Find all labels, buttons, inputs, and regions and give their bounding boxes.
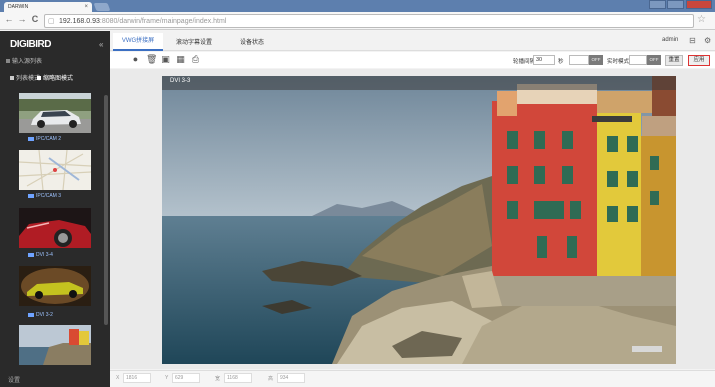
interval-unit: 秒 bbox=[558, 59, 564, 65]
height-field[interactable]: 934 bbox=[277, 373, 305, 383]
source-window-title: DVI 3-3 bbox=[170, 78, 191, 84]
sidebar-scrollbar[interactable] bbox=[104, 95, 108, 325]
width-field[interactable]: 1168 bbox=[224, 373, 252, 383]
camera-icon bbox=[28, 252, 34, 257]
input-source-title: 输入源列表 bbox=[6, 56, 42, 65]
camera-icon bbox=[28, 136, 34, 141]
add-icon[interactable]: ● bbox=[131, 55, 140, 64]
reset-button[interactable]: 重置 bbox=[665, 55, 683, 66]
interval-toggle[interactable]: OFF bbox=[589, 55, 603, 65]
save-icon[interactable]: ▣ bbox=[161, 55, 170, 64]
camera-icon bbox=[28, 193, 34, 198]
thumbnail-view-icon bbox=[37, 76, 41, 80]
source-thumbnail-coast[interactable] bbox=[19, 325, 91, 365]
tab-device-status[interactable]: 设备状态 bbox=[240, 37, 264, 46]
height-label: 高 bbox=[268, 376, 274, 382]
interval-switch-field[interactable] bbox=[569, 55, 589, 65]
thumbnail-label: IPC/CAM 2 bbox=[28, 136, 61, 142]
source-thumbnail-map[interactable] bbox=[19, 150, 91, 190]
source-window-titlebar[interactable] bbox=[162, 76, 676, 90]
tab-video-wall[interactable]: VWG拼接屏 bbox=[113, 33, 163, 51]
realtime-mode-label: 实时模式 bbox=[607, 59, 630, 65]
url-path: :8080/darwin/frame/mainpage/index.html bbox=[99, 18, 227, 25]
source-thumbnail-car-white[interactable] bbox=[19, 93, 91, 133]
list-view-toggle[interactable]: 列表模式 bbox=[10, 73, 40, 82]
source-thumbnail-car-red[interactable] bbox=[19, 208, 91, 248]
source-window-image[interactable] bbox=[162, 76, 676, 364]
thumbnail-label: DVI 3-4 bbox=[28, 252, 53, 258]
realtime-mode-field[interactable] bbox=[629, 55, 647, 65]
minimize-button[interactable] bbox=[649, 0, 666, 9]
collapse-sidebar-icon[interactable]: « bbox=[99, 40, 103, 49]
tab-title: DARWIN bbox=[8, 4, 29, 10]
monitor-icon[interactable]: ⊟ bbox=[689, 36, 696, 45]
browser-tab[interactable]: DARWIN × bbox=[4, 2, 92, 12]
tab-scroll-subtitle[interactable]: 滚动字幕设置 bbox=[176, 37, 212, 46]
settings-gear-icon[interactable]: ⚙ bbox=[704, 36, 711, 45]
y-field[interactable]: 629 bbox=[172, 373, 200, 383]
forward-arrow-icon[interactable]: → bbox=[17, 14, 27, 24]
thumbnail-label: DVI 3-2 bbox=[28, 312, 53, 318]
new-tab-button[interactable] bbox=[93, 3, 111, 11]
y-label: Y bbox=[165, 375, 169, 381]
source-thumbnail-car-yellow[interactable] bbox=[19, 266, 91, 306]
close-tab-icon[interactable]: × bbox=[84, 2, 88, 12]
reload-icon[interactable]: C bbox=[30, 14, 40, 24]
username[interactable]: admin bbox=[662, 37, 678, 43]
list-view-icon bbox=[10, 76, 14, 80]
interval-label: 轮播间隔 bbox=[513, 59, 536, 65]
camera-icon bbox=[28, 312, 34, 317]
thumbnail-label: IPC/CAM 3 bbox=[28, 193, 61, 199]
maximize-button[interactable] bbox=[667, 0, 684, 9]
realtime-toggle[interactable]: OFF bbox=[647, 55, 661, 65]
logo: DIGIBIRD bbox=[10, 39, 52, 50]
url-host: 192.168.0.93 bbox=[59, 18, 100, 25]
page-icon: ▢ bbox=[48, 18, 55, 25]
address-bar[interactable]: ▢ 192.168.0.93:8080/darwin/frame/mainpag… bbox=[44, 14, 694, 28]
bookmark-star-icon[interactable]: ☆ bbox=[697, 14, 706, 25]
window-close-button[interactable] bbox=[686, 0, 712, 9]
grid-icon[interactable]: ▦ bbox=[176, 55, 185, 64]
x-label: X bbox=[116, 375, 120, 381]
settings-link[interactable]: 设置 bbox=[8, 375, 20, 384]
thumbnail-view-toggle[interactable]: 缩略图模式 bbox=[37, 73, 73, 82]
list-icon bbox=[6, 59, 10, 63]
print-icon[interactable]: ⎙ bbox=[191, 55, 200, 64]
delete-icon[interactable]: 🗑 bbox=[146, 55, 157, 64]
apply-button[interactable]: 应用 bbox=[688, 55, 710, 66]
x-field[interactable]: 1816 bbox=[123, 373, 151, 383]
back-arrow-icon[interactable]: ← bbox=[4, 14, 14, 24]
status-bar bbox=[110, 370, 715, 387]
interval-input[interactable]: 30 bbox=[533, 55, 555, 65]
width-label: 宽 bbox=[215, 376, 221, 382]
